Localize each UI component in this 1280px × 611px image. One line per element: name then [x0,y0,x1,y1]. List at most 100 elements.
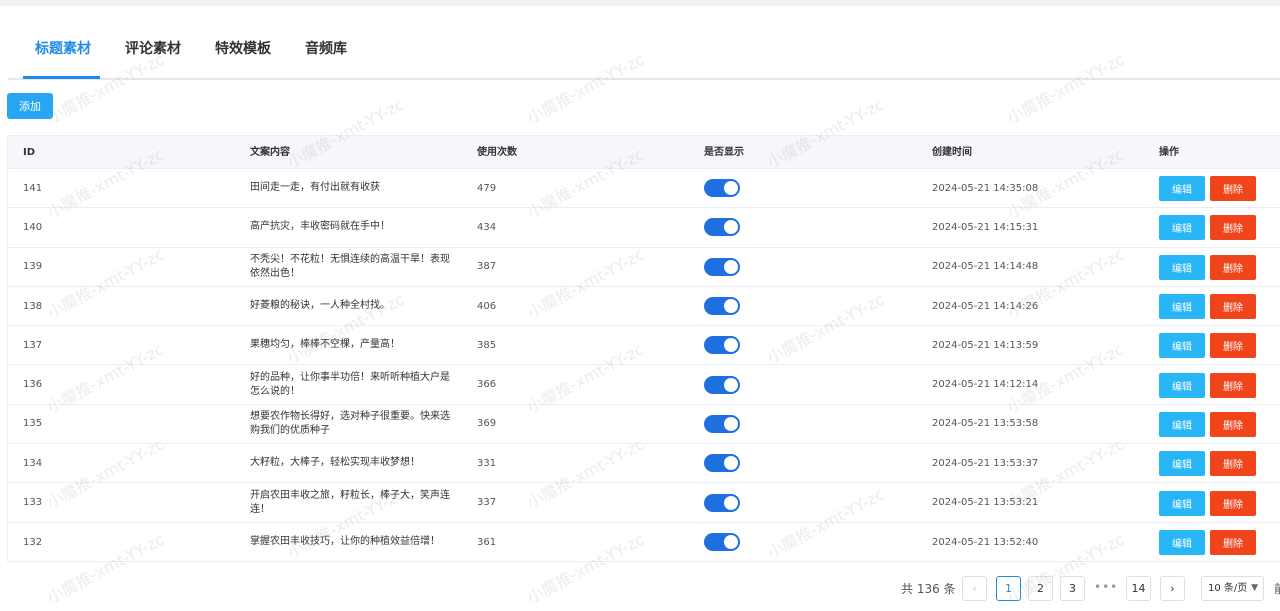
table-row: 135 想要农作物长得好，选对种子很重要。快来选购我们的优质种子 369 2024-0… [8,405,1280,445]
cell-created: 2024-05-21 13:53:37 [932,457,1039,469]
cell-uses: 331 [477,457,497,469]
toggle-knob [724,456,738,471]
edit-button[interactable]: 编辑 [1159,176,1205,202]
total-count: 共 136 条 [901,582,956,596]
cell-content: 开启农田丰收之旅，籽粒长，棒子大，笑声连连！ [250,489,450,515]
table-row: 132 掌握农田丰收技巧，让你的种植效益倍增！ 361 2024-05-21 13:5… [8,523,1280,562]
cell-created: 2024-05-21 14:12:14 [932,379,1039,391]
cell-content: 好菱粮的秘诀，一人种全村找。 [250,300,390,312]
table-row: 137 果穗均匀，棒棒不空棵，产量高！ 385 2024-05-21 14:13:59… [8,326,1280,366]
delete-button[interactable]: 删除 [1210,294,1256,320]
toggle-knob [724,377,738,392]
page-last-button[interactable]: 14 [1126,576,1151,601]
cell-id: 135 [23,418,43,430]
show-toggle[interactable] [704,297,740,316]
edit-button[interactable]: 编辑 [1159,215,1205,241]
delete-button[interactable]: 删除 [1210,254,1256,280]
column-header-id: ID [23,147,36,158]
table-row: 133 开启农田丰收之旅，籽粒长，棒子大，笑声连连！ 337 2024-05-21 1… [8,483,1280,523]
top-strip [0,0,1280,6]
page-size-value: 10 条/页 [1208,583,1248,594]
cell-created: 2024-05-21 14:13:59 [932,339,1039,351]
column-header-created: 创建时间 [932,147,972,158]
chevron-right-icon: › [1170,582,1175,595]
show-toggle[interactable] [704,375,740,394]
cell-uses: 434 [477,221,497,233]
pagination: 共 136 条 ‹ 1 2 3 ••• 14 › 10 条/页 ▼ 前 [0,575,1280,603]
show-toggle[interactable] [704,218,740,237]
cell-content: 果穗均匀，棒棒不空棵，产量高！ [250,339,400,351]
show-toggle[interactable] [704,179,740,198]
show-toggle[interactable] [704,493,740,512]
prev-page-button[interactable]: ‹ [962,576,987,601]
cell-uses: 369 [477,418,497,430]
delete-button[interactable]: 删除 [1210,215,1256,241]
cell-id: 137 [23,339,43,351]
tab-title-materials[interactable]: 标题素材 [35,30,91,78]
column-header-actions: 操作 [1159,147,1179,158]
more-pages-ellipsis[interactable]: ••• [1094,575,1118,603]
edit-button[interactable]: 编辑 [1159,372,1205,398]
cell-uses: 385 [477,339,497,351]
table-header: ID 文案内容 使用次数 是否显示 创建时间 操作 [8,136,1280,169]
page-3-button[interactable]: 3 [1060,576,1085,601]
delete-button[interactable]: 删除 [1210,451,1256,477]
page-2-button[interactable]: 2 [1028,576,1053,601]
edit-button[interactable]: 编辑 [1159,411,1205,437]
show-toggle[interactable] [704,454,740,473]
cell-id: 138 [23,300,43,312]
delete-button[interactable]: 删除 [1210,176,1256,202]
active-tab-indicator [23,76,100,79]
cell-created: 2024-05-21 14:14:48 [932,261,1039,273]
show-toggle[interactable] [704,414,740,433]
cell-id: 140 [23,221,43,233]
show-toggle[interactable] [704,336,740,355]
cell-created: 2024-05-21 13:53:21 [932,497,1039,509]
add-button[interactable]: 添加 [7,93,53,119]
delete-button[interactable]: 删除 [1210,372,1256,398]
tabs-divider [8,78,1280,80]
cell-id: 134 [23,457,43,469]
tab-effect-templates[interactable]: 特效模板 [215,30,271,78]
chevron-left-icon: ‹ [972,582,977,595]
table-row: 141 田间走一走，有付出就有收获 479 2024-05-21 14:35:08 编辑… [8,169,1280,209]
toggle-knob [724,338,738,353]
next-page-button[interactable]: › [1160,576,1185,601]
cell-created: 2024-05-21 14:35:08 [932,182,1039,194]
table-row: 136 好的品种，让你事半功倍！来听听种植大户是怎么说的！ 366 2024-05-2… [8,366,1280,405]
edit-button[interactable]: 编辑 [1159,490,1205,516]
chevron-down-icon: ▼ [1251,583,1258,593]
delete-button[interactable]: 删除 [1210,333,1256,359]
show-toggle[interactable] [704,533,740,552]
cell-content: 大籽粒，大棒子，轻松实现丰收梦想！ [250,457,420,469]
table-row: 134 大籽粒，大棒子，轻松实现丰收梦想！ 331 2024-05-21 13:53:… [8,444,1280,484]
edit-button[interactable]: 编辑 [1159,333,1205,359]
show-toggle[interactable] [704,257,740,276]
toggle-knob [724,416,738,431]
tab-comment-materials[interactable]: 评论素材 [125,30,181,78]
delete-button[interactable]: 删除 [1210,530,1256,556]
cell-content: 好的品种，让你事半功倍！来听听种植大户是怎么说的！ [250,371,450,397]
materials-table: ID 文案内容 使用次数 是否显示 创建时间 操作 141 田间走一走，有付出就有… [7,135,1280,562]
edit-button[interactable]: 编辑 [1159,530,1205,556]
tab-audio-library[interactable]: 音频库 [305,30,347,78]
table-row: 140 高产抗灾，丰收密码就在手中！ 434 2024-05-21 14:15:31 编… [8,208,1280,248]
edit-button[interactable]: 编辑 [1159,254,1205,280]
page-size-select[interactable]: 10 条/页 ▼ [1201,576,1264,601]
goto-label: 前 [1274,575,1280,603]
edit-button[interactable]: 编辑 [1159,451,1205,477]
delete-button[interactable]: 删除 [1210,411,1256,437]
cell-uses: 366 [477,379,497,391]
cell-content: 高产抗灾，丰收密码就在手中！ [250,221,390,233]
table-row: 138 好菱粮的秘诀，一人种全村找。 406 2024-05-21 14:14:26 编… [8,287,1280,327]
cell-uses: 406 [477,300,497,312]
page-1-button[interactable]: 1 [996,576,1021,601]
cell-uses: 387 [477,261,497,273]
toggle-knob [724,535,738,550]
cell-content: 田间走一走，有付出就有收获 [250,182,380,194]
edit-button[interactable]: 编辑 [1159,294,1205,320]
cell-id: 133 [23,497,43,509]
tabs: 标题素材 评论素材 特效模板 音频库 [0,30,1280,80]
cell-created: 2024-05-21 14:15:31 [932,221,1039,233]
delete-button[interactable]: 删除 [1210,490,1256,516]
